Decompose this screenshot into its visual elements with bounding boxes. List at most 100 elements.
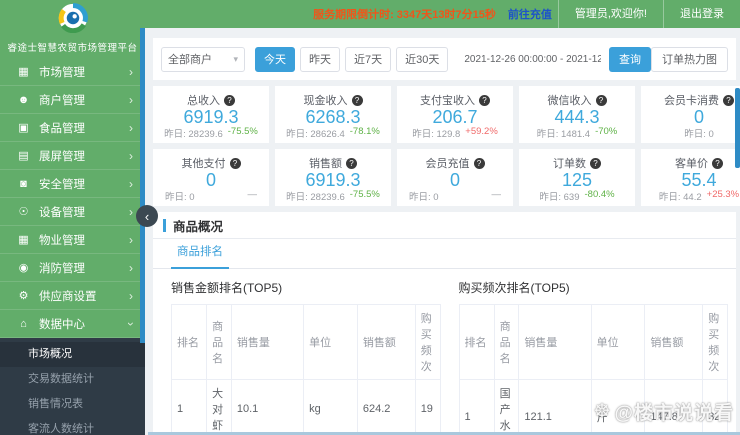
quick-range-button-0[interactable]: 今天 xyxy=(255,46,295,72)
fire-info-icon: ◉ xyxy=(18,262,29,274)
tab-product-ranking[interactable]: 商品排名 xyxy=(171,243,229,269)
stat-value: 6268.3 xyxy=(305,107,361,127)
sidebar-item-2[interactable]: ▣ 食品管理 › xyxy=(0,114,145,142)
help-icon[interactable]: ? xyxy=(224,94,235,106)
order-heatmap-button[interactable]: 订单热力图 xyxy=(651,46,728,72)
help-icon[interactable]: ? xyxy=(479,94,490,106)
help-icon[interactable]: ? xyxy=(723,94,734,106)
help-icon[interactable]: ? xyxy=(351,94,363,106)
table-cell: 121.1 xyxy=(518,379,592,435)
stat-yesterday-row: 昨日: 0 — xyxy=(403,189,507,203)
ranking-table: 排名商品名销售量单位销售额购买频次1大对虾10.1kg624.219湛江 xyxy=(170,304,441,435)
stat-card-title: 会员充值? xyxy=(426,155,485,171)
stat-yesterday: 昨日: 0 xyxy=(165,192,195,203)
stat-label: 微信收入 xyxy=(547,95,592,107)
stat-value: 55.4 xyxy=(681,170,717,190)
logo: 睿途士智慧农贸市场管理平台 xyxy=(0,0,145,58)
stat-change: — xyxy=(247,189,258,200)
stat-card-title: 会员卡消费? xyxy=(664,92,734,108)
stat-value: 0 xyxy=(449,170,460,190)
submenu-item-1[interactable]: 交易数据统计 xyxy=(0,367,145,392)
sidebar: 睿途士智慧农贸市场管理平台 ▦ 市场管理 › ☻ 商户管理 › ▣ 食品管理 › ▤ 展屏管理 › ◙ 安… xyxy=(0,0,145,435)
chevron-right-icon: › xyxy=(129,232,133,247)
table-header-cell: 排名 xyxy=(458,304,495,380)
sidebar-item-label: 市场管理 xyxy=(39,66,85,79)
sidebar-item-3[interactable]: ▤ 展屏管理 › xyxy=(0,142,145,170)
sidebar-submenu: 市场概况 交易数据统计 销售情况表 客流人数统计 xyxy=(0,338,145,435)
table-header-cell: 单位 xyxy=(303,304,358,380)
search-button[interactable]: 查询 xyxy=(609,46,651,72)
stat-yesterday-row: 昨日: 0 xyxy=(647,126,740,140)
quick-range-button-2[interactable]: 近7天 xyxy=(345,46,392,72)
table-cell: 大对虾 xyxy=(206,379,232,435)
stat-yesterday-row: 昨日: 28239.6 -75.5% xyxy=(159,126,263,140)
table-header-cell: 排名 xyxy=(170,304,208,380)
help-icon[interactable]: ? xyxy=(712,157,723,169)
stat-yesterday-row: 昨日: 44.2 +25.3% xyxy=(647,189,740,203)
sidebar-item-label: 展屏管理 xyxy=(39,150,85,163)
sidebar-item-label: 商户管理 xyxy=(39,94,85,107)
sidebar-item-7[interactable]: ◉ 消防管理 › xyxy=(0,254,145,282)
sidebar-item-label: 数据中心 xyxy=(39,318,85,331)
sidebar-item-0[interactable]: ▦ 市场管理 › xyxy=(0,58,145,86)
stat-change: -75.5% xyxy=(227,126,258,137)
table-header-cell: 单位 xyxy=(590,304,646,380)
stat-change: +25.3% xyxy=(706,189,740,200)
sidebar-item-label: 安全管理 xyxy=(39,178,85,191)
stat-change: -75.5% xyxy=(349,189,380,200)
sidebar-item-6[interactable]: ▦ 物业管理 › xyxy=(0,226,145,254)
submenu-item-2[interactable]: 销售情况表 xyxy=(0,392,145,417)
stat-change: -80.4% xyxy=(584,189,615,200)
table-cell: 19 xyxy=(414,379,441,435)
stat-yesterday: 昨日: 1481.4 xyxy=(536,129,591,140)
stat-card-2: 支付宝收入? 206.7 昨日: 129.8 +59.2% xyxy=(397,86,513,143)
help-icon[interactable]: ? xyxy=(590,157,601,169)
stat-card-title: 其他支付? xyxy=(182,155,241,171)
ranking-table-0: 销售金额排名(TOP5) 排名 商品名 销售量 单位 销售额 购买频次 1 大对虾 10.1 kg 6… xyxy=(170,279,441,435)
sidebar-item-8[interactable]: ⚙ 供应商设置 › xyxy=(0,282,145,310)
logout-button[interactable]: 退出登录 xyxy=(663,0,740,28)
stat-value: 206.7 xyxy=(432,107,478,127)
tab-row: 商品排名 xyxy=(153,239,736,269)
recharge-link[interactable]: 前往充值 xyxy=(508,6,552,22)
stat-label: 现金收入 xyxy=(303,95,348,107)
stat-value: 444.3 xyxy=(554,107,600,127)
table-cell: 10.1 xyxy=(230,379,305,435)
help-icon[interactable]: ? xyxy=(595,94,607,106)
stat-change: -78.1% xyxy=(349,126,380,137)
sidebar-scrollbar[interactable] xyxy=(140,28,145,343)
sidebar-item-4[interactable]: ◙ 安全管理 › xyxy=(0,170,145,198)
stat-yesterday-row: 昨日: 1481.4 -70% xyxy=(525,126,629,140)
merchant-select[interactable]: 全部商户 ▾ xyxy=(161,46,245,72)
submenu-item-0[interactable]: 市场概况 xyxy=(0,342,145,367)
stat-value: 0 xyxy=(205,170,216,190)
help-icon[interactable]: ? xyxy=(229,157,241,169)
sidebar-item-label: 消防管理 xyxy=(39,262,85,275)
sidebar-collapse-handle[interactable]: ‹ xyxy=(136,205,158,227)
sidebar-item-1[interactable]: ☻ 商户管理 › xyxy=(0,86,145,114)
table-header-cell: 购买频次 xyxy=(702,304,728,380)
sidebar-item-9[interactable]: ⌂ 数据中心 › xyxy=(0,310,145,338)
submenu-item-3[interactable]: 客流人数统计 xyxy=(0,417,145,435)
stat-label: 总收入 xyxy=(187,95,220,107)
stat-label: 销售额 xyxy=(309,158,342,170)
stat-card-title: 订单数? xyxy=(553,155,601,171)
vertical-scrollbar-thumb[interactable] xyxy=(735,88,740,168)
chevron-right-icon: › xyxy=(129,288,133,303)
date-range-input[interactable]: 2021-12-26 00:00:00 - 2021-12-26 23:59:5… xyxy=(464,54,601,65)
stat-card-title: 现金收入? xyxy=(304,92,363,108)
stat-card-title: 支付宝收入? xyxy=(420,92,490,108)
sidebar-item-label: 设备管理 xyxy=(39,206,85,219)
ranking-table-title: 购买频次排名(TOP5) xyxy=(458,281,570,295)
stat-yesterday: 昨日: 28239.6 xyxy=(164,129,223,140)
help-icon[interactable]: ? xyxy=(346,157,357,169)
help-icon[interactable]: ? xyxy=(473,157,485,169)
stat-card-9: 客单价? 55.4 昨日: 44.2 +25.3% xyxy=(641,149,740,206)
sidebar-item-5[interactable]: ☉ 设备管理 › xyxy=(0,198,145,226)
stat-yesterday-row: 昨日: 28626.4 -78.1% xyxy=(281,126,385,140)
table-header-row: 排名 商品名 销售量 单位 销售额 购买频次 xyxy=(458,304,728,380)
table-header-cell: 商品名 xyxy=(206,304,232,380)
quick-range-button-3[interactable]: 近30天 xyxy=(396,46,449,72)
quick-range-button-1[interactable]: 昨天 xyxy=(300,46,340,72)
stat-value: 6919.3 xyxy=(183,107,239,127)
